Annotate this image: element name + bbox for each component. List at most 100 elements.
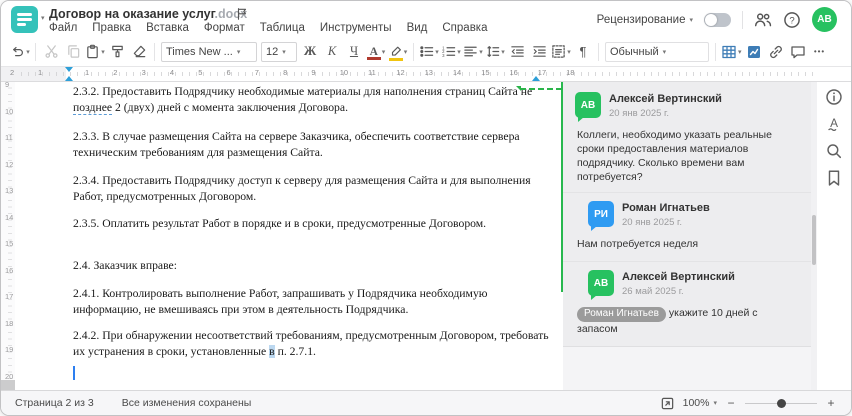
zoom-in-button[interactable]: + bbox=[825, 396, 837, 410]
scrollbar-thumb[interactable] bbox=[812, 215, 816, 265]
menu-tools[interactable]: Инструменты bbox=[320, 22, 392, 34]
underline-button[interactable]: Ч bbox=[344, 41, 364, 63]
menu-bar: Файл Правка Вставка Формат Таблица Инстр… bbox=[49, 22, 488, 34]
bullet-list-button[interactable]: ▾ bbox=[419, 41, 439, 63]
comment-avatar: АВ bbox=[588, 270, 614, 300]
left-indent-marker[interactable] bbox=[65, 76, 73, 81]
svg-text:?: ? bbox=[789, 15, 794, 26]
menu-file[interactable]: Файл bbox=[49, 22, 77, 34]
comment-reply[interactable]: АВ Алексей Вертинский 26 май 2025 г. Ром… bbox=[563, 261, 813, 346]
document-title: Договор на оказание услуг.docx bbox=[49, 7, 248, 21]
increase-indent-button[interactable] bbox=[529, 41, 549, 63]
zoom-level-dropdown[interactable]: 100% ▾ bbox=[683, 397, 717, 409]
font-size-select[interactable]: 12 ▾ bbox=[261, 41, 297, 62]
vertical-ruler[interactable]: 9 10 11 12 13 14 15 16 17 18 19 20 bbox=[1, 80, 15, 393]
paragraph-2-3-5: 2.3.5. Оплатить результат Работ в порядк… bbox=[73, 217, 487, 230]
paste-button[interactable]: ▾ bbox=[85, 41, 105, 63]
paragraph-2-3-3: 2.3.3. В случае размещения Сайта на серв… bbox=[73, 130, 520, 159]
copy-button[interactable] bbox=[63, 41, 83, 63]
decrease-indent-button[interactable] bbox=[507, 41, 527, 63]
comment-reply[interactable]: РИ Роман Игнатьев 20 янв 2025 г. Нам пот… bbox=[563, 192, 813, 261]
ruler-label: 13 bbox=[424, 68, 433, 77]
right-sidebar: А bbox=[811, 82, 851, 393]
spellcheck-icon[interactable]: А bbox=[825, 115, 843, 133]
paragraph-2-4: 2.4. Заказчик вправе: bbox=[73, 259, 177, 272]
page-indicator[interactable]: Страница 2 из 3 bbox=[15, 397, 94, 409]
insert-comment-button[interactable] bbox=[788, 41, 808, 63]
info-panel-icon[interactable] bbox=[825, 88, 843, 106]
comment-item[interactable]: АВ Алексей Вертинский 20 янв 2025 г. Кол… bbox=[563, 82, 813, 192]
bold-button[interactable]: Ж bbox=[300, 41, 320, 63]
user-avatar[interactable]: АВ bbox=[812, 7, 837, 32]
svg-text:3: 3 bbox=[442, 53, 445, 58]
undo-button[interactable]: ▾ bbox=[10, 41, 30, 63]
zoom-slider[interactable] bbox=[745, 398, 817, 408]
ruler-label: 15 bbox=[481, 68, 490, 77]
horizontal-ruler[interactable]: 2 1 1 2 3 4 5 6 7 8 9 10 11 12 13 14 15 16 17 18 bbox=[1, 67, 851, 82]
menu-view[interactable]: Вид bbox=[407, 22, 428, 34]
cut-button[interactable] bbox=[41, 41, 61, 63]
menu-insert[interactable]: Вставка bbox=[146, 22, 189, 34]
svg-text:А: А bbox=[830, 116, 838, 130]
document-page[interactable]: 2.3.2. Предоставить Подрядчику необходим… bbox=[15, 82, 561, 393]
menu-table[interactable]: Таблица bbox=[260, 22, 305, 34]
paragraph-2-4-2: 2.4.2. При обнаружении несоответствий тр… bbox=[73, 329, 549, 358]
mention-chip[interactable]: Роман Игнатьев bbox=[577, 306, 666, 322]
title-bar: ▾ Договор на оказание услуг.docx Файл Пр… bbox=[1, 1, 851, 37]
format-painter-button[interactable] bbox=[107, 41, 127, 63]
numbered-list-button[interactable]: 123 ▾ bbox=[441, 41, 461, 63]
search-icon[interactable] bbox=[825, 142, 843, 160]
paragraph-style-select[interactable]: Обычный ▾ bbox=[605, 41, 709, 62]
help-icon[interactable]: ? bbox=[783, 11, 801, 29]
comment-anchor-line bbox=[520, 88, 562, 90]
toolbar-more-button[interactable] bbox=[810, 41, 830, 63]
zoom-out-button[interactable]: − bbox=[725, 396, 737, 410]
insert-link-button[interactable] bbox=[766, 41, 786, 63]
ruler-label: 2 bbox=[10, 68, 15, 77]
comments-scrollbar[interactable] bbox=[811, 82, 817, 393]
highlight-color-button[interactable]: ▾ bbox=[388, 41, 408, 63]
ruler-label: 9 bbox=[5, 80, 10, 89]
tracked-change-word: позднее bbox=[73, 100, 113, 115]
ruler-label: 4 bbox=[169, 68, 175, 77]
menu-help[interactable]: Справка bbox=[442, 22, 487, 34]
show-paragraph-marks-button[interactable] bbox=[573, 41, 593, 63]
header-right-controls: Рецензирование ▾ ? АВ bbox=[597, 7, 837, 32]
comment-text: Нам потребуется неделя bbox=[577, 238, 699, 250]
zoom-slider-handle[interactable] bbox=[776, 398, 786, 408]
collaborators-icon[interactable] bbox=[754, 11, 772, 29]
favorite-flag-icon[interactable] bbox=[235, 7, 249, 21]
app-menu-caret-icon[interactable]: ▾ bbox=[41, 14, 45, 22]
ruler-label: 3 bbox=[141, 68, 146, 77]
paragraph-spacing-button[interactable]: ▾ bbox=[551, 41, 571, 63]
chevron-down-icon: ▾ bbox=[662, 48, 667, 56]
italic-button[interactable]: К bbox=[322, 41, 342, 63]
comment-thread-card[interactable]: АВ Алексей Вертинский 20 янв 2025 г. Кол… bbox=[563, 82, 813, 347]
insert-chart-button[interactable] bbox=[744, 41, 764, 63]
undo-caret-icon: ▾ bbox=[26, 48, 30, 56]
first-line-indent-marker[interactable] bbox=[65, 67, 73, 72]
fit-to-width-icon[interactable] bbox=[660, 396, 675, 411]
review-toggle[interactable] bbox=[704, 12, 731, 27]
ruler-label: 5 bbox=[198, 68, 203, 77]
font-color-button[interactable]: А ▾ bbox=[366, 41, 386, 63]
font-family-select[interactable]: Times New ... ▾ bbox=[161, 41, 257, 62]
right-indent-marker[interactable] bbox=[532, 76, 540, 81]
line-spacing-button[interactable]: ▾ bbox=[485, 41, 505, 63]
insert-table-button[interactable]: ▾ bbox=[721, 41, 742, 63]
review-mode-dropdown[interactable]: Рецензирование ▾ bbox=[597, 14, 693, 26]
comment-anchor-arrow-icon bbox=[516, 86, 521, 91]
menu-format[interactable]: Формат bbox=[204, 22, 245, 34]
app-window: ▾ Договор на оказание услуг.docx Файл Пр… bbox=[0, 0, 852, 416]
ruler-label: 13 bbox=[5, 186, 14, 195]
bookmark-icon[interactable] bbox=[825, 169, 843, 187]
app-logo-icon[interactable] bbox=[11, 6, 38, 33]
align-button[interactable]: ▾ bbox=[463, 41, 483, 63]
comment-text: Коллеги, необходимо указать реальные сро… bbox=[577, 129, 772, 183]
ruler-label: 18 bbox=[566, 68, 575, 77]
clear-formatting-button[interactable] bbox=[129, 41, 149, 63]
chevron-down-icon: ▾ bbox=[738, 48, 742, 56]
menu-edit[interactable]: Правка bbox=[92, 22, 131, 34]
ruler-label: 12 bbox=[5, 159, 14, 169]
ruler-label: 10 bbox=[339, 68, 349, 77]
